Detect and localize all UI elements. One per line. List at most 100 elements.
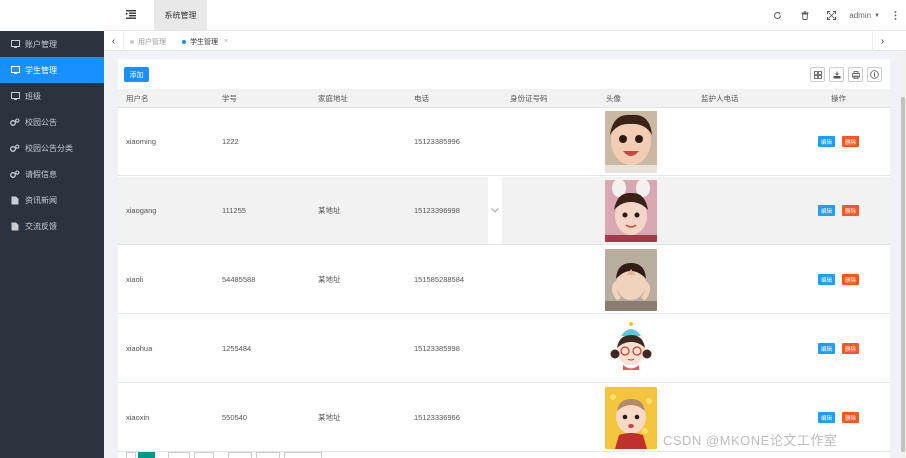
info-icon[interactable]: [867, 67, 882, 82]
col-avatar[interactable]: 头像: [606, 89, 621, 108]
monitor-icon: [10, 65, 20, 75]
edit-button[interactable]: 编辑: [818, 205, 835, 216]
pagination-current-page[interactable]: [138, 452, 155, 458]
avatar: [605, 180, 657, 242]
sidebar-item-label: 请假信息: [25, 169, 57, 179]
cell-student-no: 54485588: [222, 275, 256, 284]
cell-address: 某地址: [318, 275, 341, 284]
header-actions: admin ▼: [764, 0, 906, 31]
row-actions: 编辑 删除: [818, 274, 859, 285]
tab-user-management[interactable]: 用户管理: [130, 35, 166, 48]
gears-icon: [10, 169, 20, 179]
print-icon[interactable]: [848, 67, 863, 82]
chevron-down-icon: ▼: [874, 12, 880, 19]
table-row[interactable]: xiaogang 111255 某地址 15123396998 编辑 删除: [118, 177, 890, 245]
cell-address: 某地址: [318, 413, 341, 422]
fullscreen-icon[interactable]: [818, 0, 845, 31]
col-guardian-phone[interactable]: 监护人电话: [701, 89, 739, 108]
col-actions: 操作: [831, 94, 846, 103]
edit-button[interactable]: 编辑: [818, 343, 835, 354]
tab-label: 用户管理: [138, 38, 166, 46]
pagination-item[interactable]: [228, 452, 252, 458]
table-header: 用户名 学号 家庭地址 电话 身份证号码 头像 监护人电话 操作: [118, 89, 890, 108]
sidebar-item-label: 账户管理: [25, 39, 57, 49]
gears-icon: [10, 143, 20, 153]
scrollbar-thumb[interactable]: [901, 97, 905, 452]
gears-icon: [10, 117, 20, 127]
sidebar-item-leave-info[interactable]: 请假信息: [0, 161, 104, 187]
sidebar-item-news[interactable]: 资讯新闻: [0, 187, 104, 213]
more-vertical-icon[interactable]: [884, 0, 906, 31]
sidebar: 账户管理 学生管理 班级 校园公告 校园公告分类 请假信息 资讯新闻 交流反馈: [0, 0, 104, 458]
chevron-down-icon[interactable]: [488, 177, 502, 244]
top-header: 系统管理 admin ▼: [104, 0, 906, 31]
cell-phone: 15123385996: [414, 137, 460, 146]
chevron-left-icon[interactable]: ‹: [104, 31, 124, 51]
col-id-card[interactable]: 身份证号码: [510, 89, 548, 108]
document-icon: [10, 195, 20, 205]
col-phone[interactable]: 电话: [414, 89, 429, 108]
table-toolbar: 添加: [118, 59, 890, 89]
col-address[interactable]: 家庭地址: [318, 89, 348, 108]
trash-icon[interactable]: [791, 0, 818, 31]
delete-button[interactable]: 删除: [842, 274, 859, 285]
table-row[interactable]: xiaoli 54485588 某地址 151585288584 编辑 删除: [118, 246, 890, 314]
username-label: admin: [849, 11, 872, 20]
sidebar-item-accounts[interactable]: 账户管理: [0, 31, 104, 57]
tab-student-management[interactable]: 学生管理 ×: [182, 35, 228, 48]
avatar: [605, 111, 657, 173]
col-student-no[interactable]: 学号: [222, 89, 237, 108]
refresh-icon[interactable]: [764, 0, 791, 31]
sidebar-item-label: 交流反馈: [25, 221, 57, 231]
sidebar-item-label: 校园公告分类: [25, 143, 73, 153]
table-row[interactable]: xiaohua 1255484 15123385998 编辑 删除: [118, 315, 890, 383]
pagination: [118, 452, 890, 458]
edit-button[interactable]: 编辑: [818, 412, 835, 423]
tab-label: 学生管理: [190, 38, 218, 46]
cell-student-no: 111255: [222, 206, 246, 215]
tab-dot: [182, 39, 186, 44]
sidebar-item-feedback[interactable]: 交流反馈: [0, 213, 104, 239]
sidebar-item-announcement-categories[interactable]: 校园公告分类: [0, 135, 104, 161]
delete-button[interactable]: 删除: [842, 136, 859, 147]
delete-button[interactable]: 删除: [842, 343, 859, 354]
edit-button[interactable]: 编辑: [818, 136, 835, 147]
cell-student-no: 1222: [222, 137, 239, 146]
chevron-right-icon[interactable]: ›: [872, 31, 892, 51]
cell-student-no: 550540: [222, 413, 248, 422]
sidebar-item-label: 班级: [25, 91, 41, 101]
sidebar-item-label: 资讯新闻: [25, 195, 57, 205]
delete-button[interactable]: 删除: [842, 412, 859, 423]
page-scrollbar[interactable]: [900, 51, 906, 458]
pagination-prev[interactable]: [126, 452, 136, 458]
row-actions: 编辑 删除: [818, 412, 859, 423]
cell-username: xiaoli: [126, 275, 144, 284]
cell-username: xiaogang: [126, 206, 157, 215]
cell-username: xiaoming: [126, 137, 157, 146]
avatar: [605, 387, 657, 449]
tab-dot: [130, 39, 134, 44]
monitor-icon: [10, 91, 20, 101]
pagination-item[interactable]: [194, 452, 214, 458]
monitor-icon: [10, 39, 20, 49]
add-button[interactable]: 添加: [124, 67, 149, 82]
close-icon[interactable]: ×: [224, 38, 228, 45]
sidebar-item-classes[interactable]: 班级: [0, 83, 104, 109]
sidebar-item-students[interactable]: 学生管理: [0, 57, 104, 83]
delete-button[interactable]: 删除: [842, 205, 859, 216]
export-icon[interactable]: [829, 67, 844, 82]
system-management-tab[interactable]: 系统管理: [154, 0, 207, 31]
sidebar-item-announcements[interactable]: 校园公告: [0, 109, 104, 135]
columns-filter-icon[interactable]: [810, 67, 825, 82]
pagination-page-size[interactable]: [284, 452, 322, 458]
user-menu[interactable]: admin ▼: [845, 11, 884, 20]
menu-toggle-icon[interactable]: [126, 10, 136, 20]
col-username[interactable]: 用户名: [126, 89, 149, 108]
cell-username: xiaoxin: [126, 413, 150, 422]
table-row[interactable]: xiaoming 1222 15123385996 编辑 删除: [118, 108, 890, 176]
watermark: CSDN @MKONE论文工作室: [663, 433, 838, 448]
pagination-item[interactable]: [256, 452, 280, 458]
cell-phone: 151585288584: [414, 275, 465, 284]
edit-button[interactable]: 编辑: [818, 274, 835, 285]
pagination-item[interactable]: [168, 452, 190, 458]
